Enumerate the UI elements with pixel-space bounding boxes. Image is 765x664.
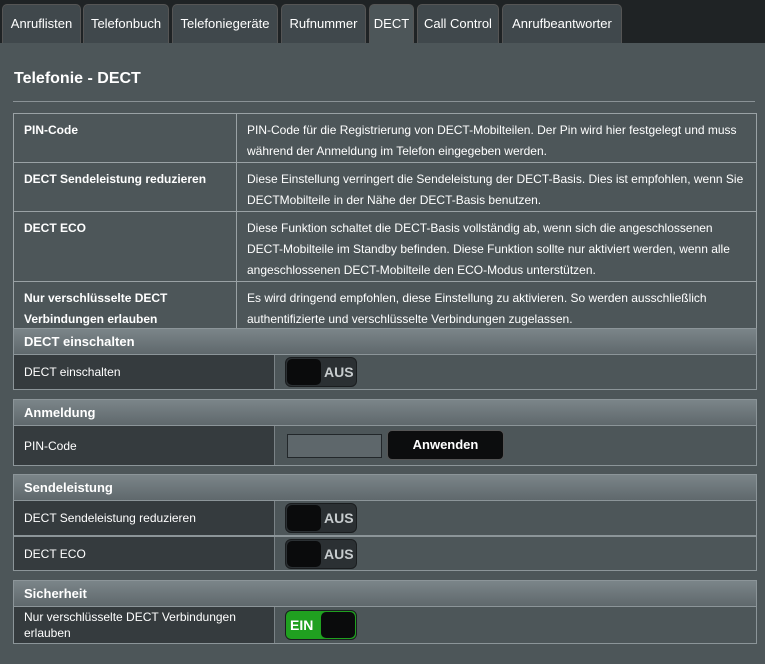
tab-anruflisten[interactable]: Anruflisten <box>2 4 81 43</box>
title-divider <box>13 101 755 102</box>
apply-button[interactable]: Anwenden <box>387 430 504 460</box>
tab-anrufbeantworter[interactable]: Anrufbeantworter <box>502 4 622 43</box>
toggle-knob <box>321 612 355 638</box>
dect-enable-toggle[interactable]: AUS <box>285 357 357 387</box>
tab-telefonbuch[interactable]: Telefonbuch <box>83 4 169 43</box>
desc-text: Diese Einstellung verringert die Sendele… <box>236 162 757 212</box>
desc-key: PIN-Code <box>13 113 237 163</box>
row-divider <box>274 426 275 465</box>
row-dect-eco: DECT ECO AUS <box>13 536 757 571</box>
toggle-state: AUS <box>324 546 354 562</box>
section-sicherheit-header: Sicherheit <box>13 580 757 607</box>
dect-eco-toggle[interactable]: AUS <box>285 539 357 569</box>
toggle-knob <box>287 359 321 385</box>
table-row: DECT ECO Diese Funktion schaltet die DEC… <box>13 211 757 282</box>
tab-bar: Anruflisten Telefonbuch Telefoniegeräte … <box>0 0 765 43</box>
section-dect-header: DECT einschalten <box>13 328 757 355</box>
tab-call-control[interactable]: Call Control <box>417 4 499 43</box>
toggle-state: EIN <box>290 617 314 633</box>
toggle-knob <box>287 541 321 567</box>
reduce-power-toggle[interactable]: AUS <box>285 503 357 533</box>
toggle-knob <box>287 505 321 531</box>
encrypted-only-label: Nur verschlüsselte DECT Verbindungen erl… <box>14 607 274 643</box>
desc-key: DECT Sendeleistung reduzieren <box>13 162 237 212</box>
tab-telefoniegeraete[interactable]: Telefoniegeräte <box>172 4 278 43</box>
row-divider <box>274 501 275 535</box>
desc-key: Nur verschlüsselte DECT Verbindungen erl… <box>13 281 237 331</box>
desc-text: PIN-Code für die Registrierung von DECT-… <box>236 113 757 163</box>
row-encrypted-only: Nur verschlüsselte DECT Verbindungen erl… <box>13 607 757 644</box>
row-divider <box>274 537 275 570</box>
tab-rufnummer[interactable]: Rufnummer <box>281 4 366 43</box>
row-reduce-power: DECT Sendeleistung reduzieren AUS <box>13 501 757 536</box>
table-row: Nur verschlüsselte DECT Verbindungen erl… <box>13 281 757 331</box>
pin-code-label: PIN-Code <box>14 426 274 465</box>
row-divider <box>274 607 275 643</box>
table-row: PIN-Code PIN-Code für die Registrierung … <box>13 113 757 163</box>
row-divider <box>274 355 275 389</box>
pin-code-input[interactable] <box>287 434 382 458</box>
section-anmeldung-header: Anmeldung <box>13 399 757 426</box>
reduce-power-label: DECT Sendeleistung reduzieren <box>14 501 274 535</box>
table-row: DECT Sendeleistung reduzieren Diese Eins… <box>13 162 757 212</box>
main-panel: Telefonie - DECT PIN-Code PIN-Code für d… <box>0 43 765 664</box>
desc-text: Diese Funktion schaltet die DECT-Basis v… <box>236 211 757 282</box>
dect-enable-label: DECT einschalten <box>14 355 274 389</box>
encrypted-only-toggle[interactable]: EIN <box>285 610 357 640</box>
tab-dect[interactable]: DECT <box>369 4 414 43</box>
toggle-state: AUS <box>324 364 354 380</box>
row-pin-code: PIN-Code Anwenden <box>13 426 757 466</box>
section-sendeleistung-header: Sendeleistung <box>13 474 757 501</box>
description-table: PIN-Code PIN-Code für die Registrierung … <box>13 113 757 331</box>
row-dect-enable: DECT einschalten AUS <box>13 355 757 390</box>
dect-eco-label: DECT ECO <box>14 537 274 570</box>
toggle-state: AUS <box>324 510 354 526</box>
desc-text: Es wird dringend empfohlen, diese Einste… <box>236 281 757 331</box>
page-title: Telefonie - DECT <box>14 70 141 87</box>
desc-key: DECT ECO <box>13 211 237 282</box>
